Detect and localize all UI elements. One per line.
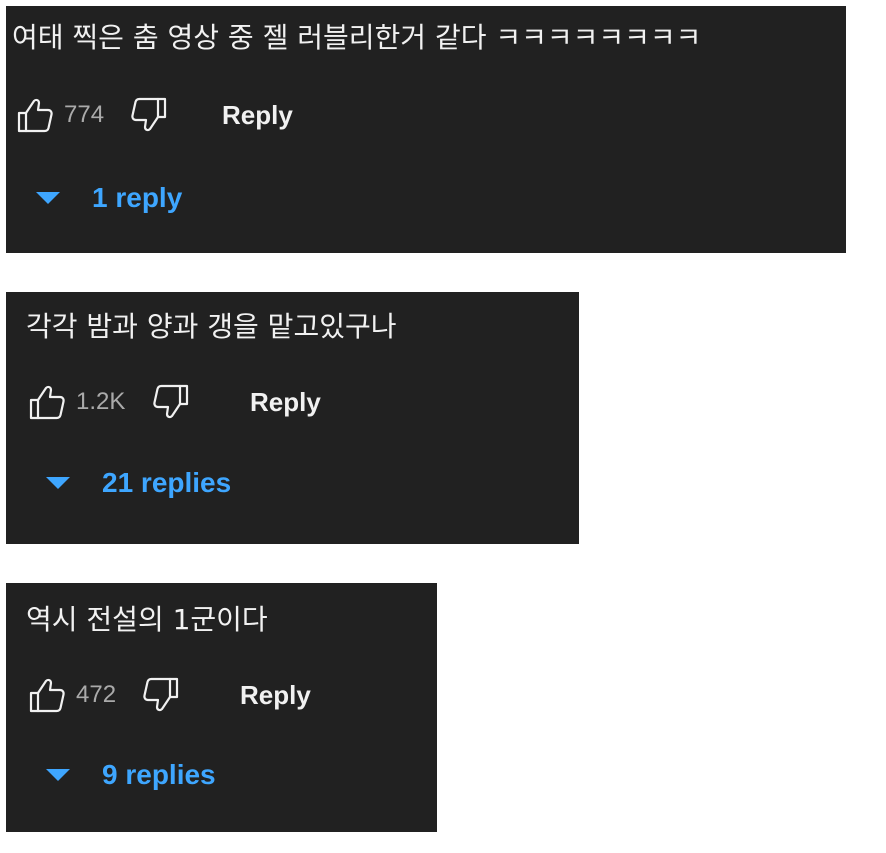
reply-button[interactable]: Reply [222,100,293,131]
comment-text: 역시 전설의 1군이다 [26,603,268,636]
comment-actions: 1.2K Reply [26,382,321,422]
caret-down-icon [36,192,60,204]
reply-button[interactable]: Reply [250,387,321,418]
replies-count-label: 21 replies [102,467,232,498]
dislike-button[interactable] [128,95,170,135]
thumbs-down-icon [131,97,167,132]
reply-button[interactable]: Reply [240,680,311,711]
thumbs-up-icon [17,98,53,133]
caret-down-icon [46,477,70,489]
comment-text: 각각 밤과 양과 갱을 맡고있구나 [26,310,397,343]
like-button[interactable] [26,675,68,715]
like-button[interactable] [14,95,56,135]
replies-count-label: 9 replies [102,759,216,790]
comment-actions: 472 Reply [26,675,311,715]
dislike-button[interactable] [140,675,182,715]
like-button[interactable] [26,382,68,422]
thumbs-down-icon [143,677,179,712]
replies-count-label: 1 reply [92,182,183,213]
thumbs-up-icon [29,385,65,420]
like-count: 472 [76,681,117,708]
like-count: 774 [64,101,105,128]
comment-card: 각각 밤과 양과 갱을 맡고있구나 1.2K Reply 21 replies [6,292,579,544]
thumbs-up-icon [29,678,65,713]
dislike-button[interactable] [150,382,192,422]
view-replies-button[interactable]: 1 reply [36,182,182,214]
like-count: 1.2K [76,388,126,415]
caret-down-icon [46,769,70,781]
view-replies-button[interactable]: 21 replies [46,467,231,499]
thumbs-down-icon [153,384,189,419]
comment-card: 역시 전설의 1군이다 472 Reply 9 replies [6,583,437,832]
comment-actions: 774 Reply [14,95,293,135]
comment-card: 여태 찍은 춤 영상 중 젤 러블리한거 같다 ㅋㅋㅋㅋㅋㅋㅋㅋ 774 Rep… [6,6,846,253]
comment-text: 여태 찍은 춤 영상 중 젤 러블리한거 같다 ㅋㅋㅋㅋㅋㅋㅋㅋ [12,21,702,54]
view-replies-button[interactable]: 9 replies [46,759,216,791]
